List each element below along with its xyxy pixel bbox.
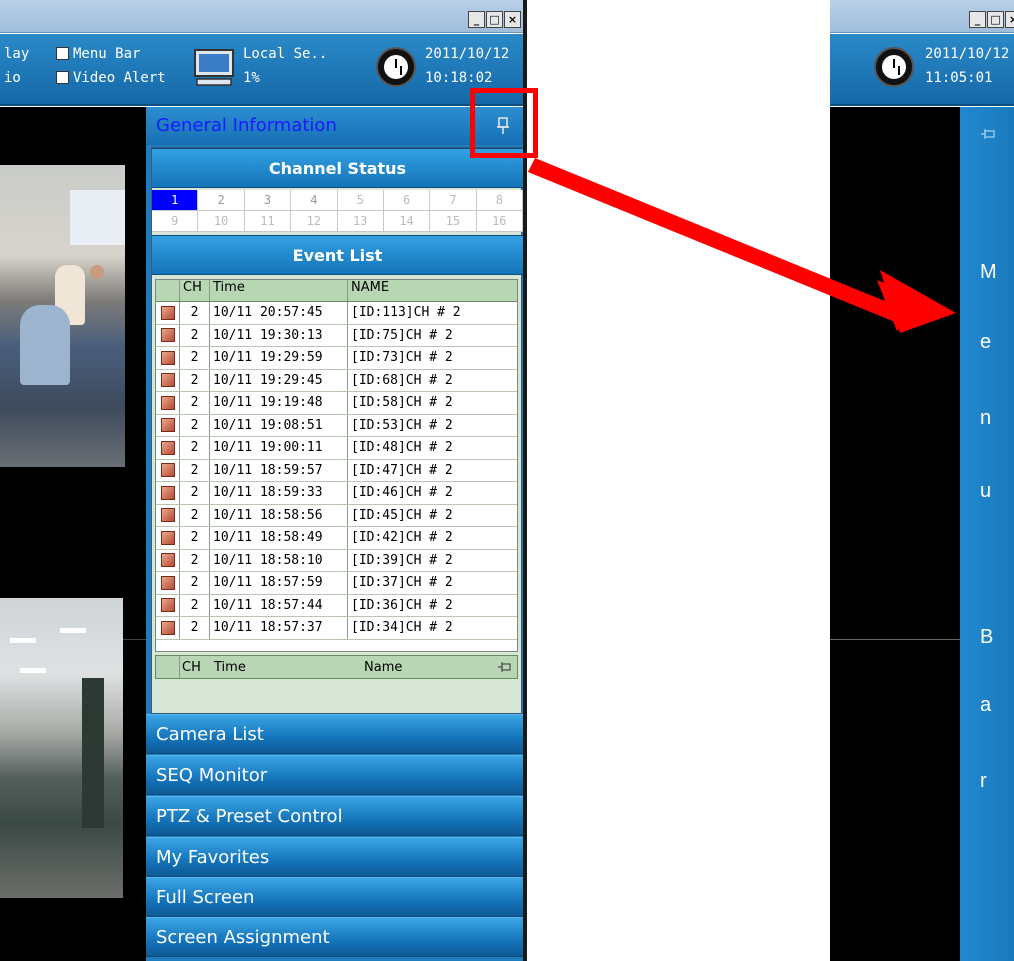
red-arrow-annotation (528, 158, 956, 333)
